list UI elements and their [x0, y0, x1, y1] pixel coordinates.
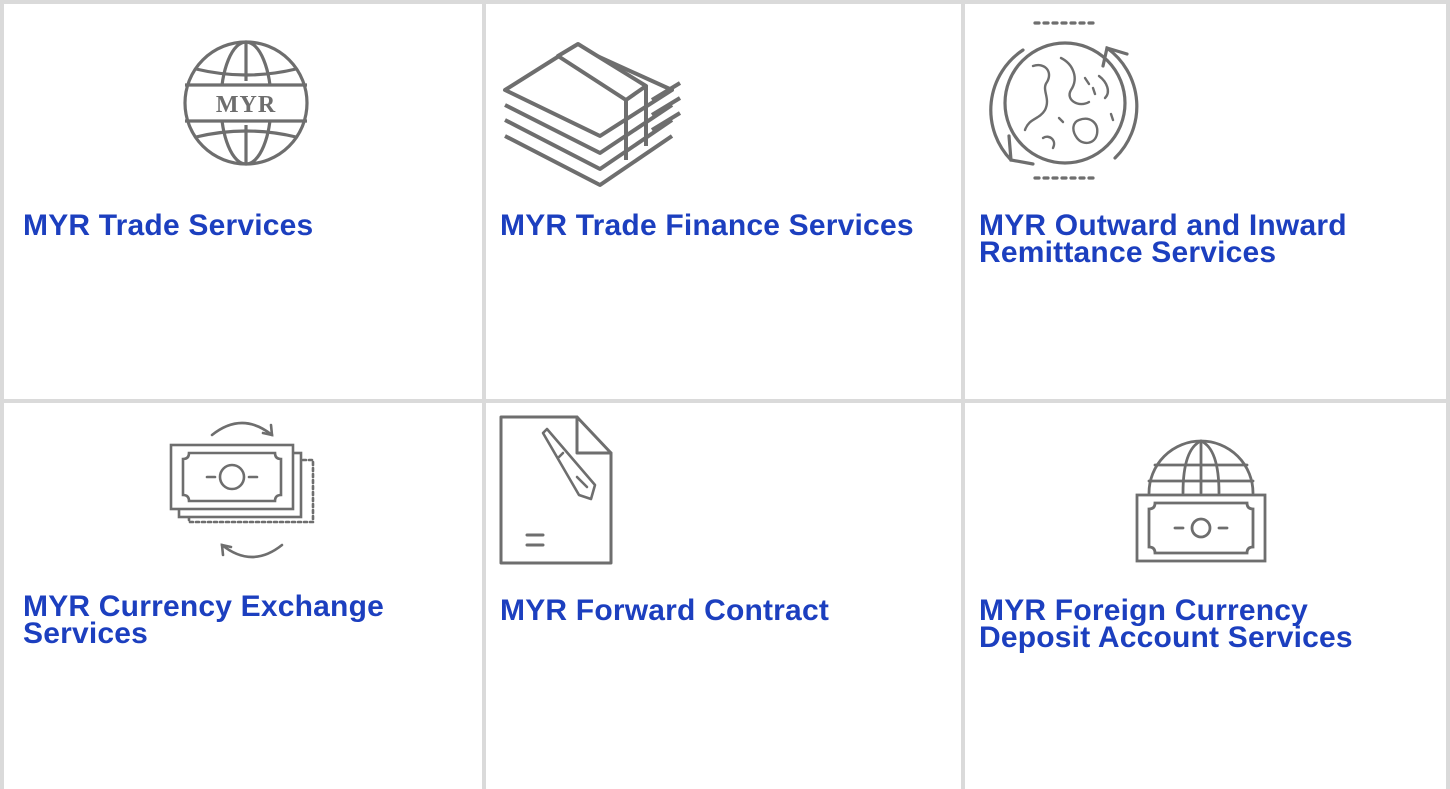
- service-link-foreign-currency-deposit-account-services[interactable]: MYR Foreign Currency Deposit Account Ser…: [979, 594, 1353, 654]
- service-link-forward-contract[interactable]: MYR Forward Contract: [500, 594, 829, 627]
- currency-exchange-icon: [167, 415, 327, 565]
- service-card-forward-contract[interactable]: MYR Forward Contract: [486, 403, 961, 789]
- globe-banknote-icon: [1131, 419, 1281, 567]
- services-grid: MYR MYR Trade Services MYR Trade Finance…: [0, 0, 1450, 789]
- service-link-trade-services[interactable]: MYR Trade Services: [23, 209, 313, 242]
- globe-myr-label: MYR: [216, 92, 276, 118]
- service-title[interactable]: MYR Currency Exchange Services: [23, 590, 463, 650]
- service-link-trade-finance-services[interactable]: MYR Trade Finance Services: [500, 209, 914, 242]
- service-title[interactable]: MYR Trade Finance Services: [500, 209, 940, 242]
- service-title[interactable]: MYR Trade Services: [23, 209, 463, 242]
- globe-rotation-arrows-icon: [975, 18, 1155, 188]
- globe-myr-icon: MYR: [179, 36, 313, 170]
- service-link-currency-exchange-services[interactable]: MYR Currency Exchange Services: [23, 590, 384, 650]
- service-card-currency-exchange-services[interactable]: MYR Currency Exchange Services: [4, 403, 482, 789]
- service-title[interactable]: MYR Foreign Currency Deposit Account Ser…: [979, 594, 1419, 654]
- service-card-trade-finance-services[interactable]: MYR Trade Finance Services: [486, 4, 961, 399]
- service-card-foreign-currency-deposit-account-services[interactable]: MYR Foreign Currency Deposit Account Ser…: [965, 403, 1446, 789]
- service-title[interactable]: MYR Outward and Inward Remittance Servic…: [979, 209, 1419, 269]
- service-link-remittance-services[interactable]: MYR Outward and Inward Remittance Servic…: [979, 209, 1347, 269]
- grid-border-right: [1446, 0, 1450, 789]
- service-card-remittance-services[interactable]: MYR Outward and Inward Remittance Servic…: [965, 4, 1446, 399]
- banknote-stack-icon: [500, 28, 690, 188]
- service-card-trade-services[interactable]: MYR MYR Trade Services: [4, 4, 482, 399]
- contract-document-pen-icon: [499, 415, 614, 567]
- service-title[interactable]: MYR Forward Contract: [500, 594, 940, 627]
